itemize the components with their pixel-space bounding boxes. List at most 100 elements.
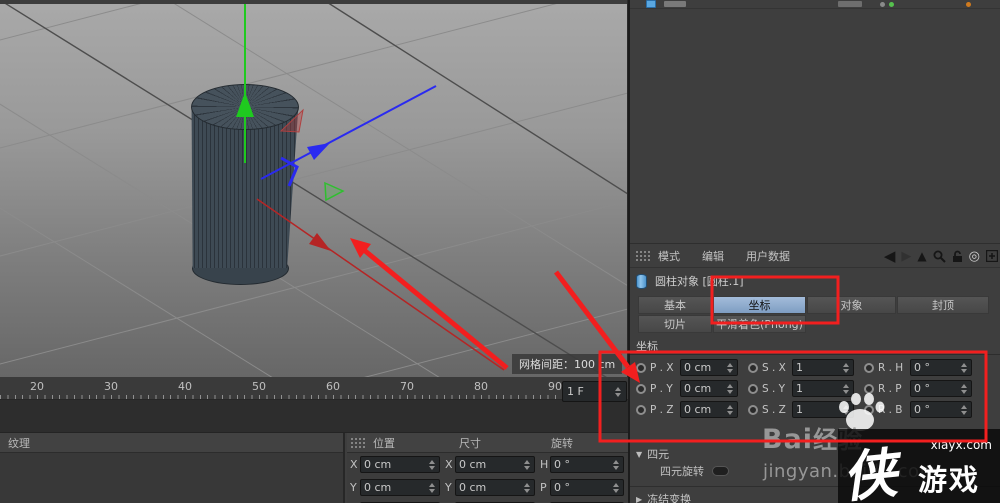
ruler-tick-label: 70 xyxy=(400,380,414,393)
animation-toolbar: 89 F ▶ 90 F ( ) xyxy=(0,400,628,433)
xia-character: 侠 xyxy=(839,440,900,503)
stepper[interactable] xyxy=(427,459,436,470)
object-title: 圆柱对象 [圆柱.1] xyxy=(655,275,744,288)
tab-slice[interactable]: 切片 xyxy=(638,315,712,333)
lock-icon[interactable] xyxy=(952,250,963,263)
x-plane-handle[interactable] xyxy=(279,108,304,133)
history-forward-icon[interactable]: ▶ xyxy=(901,250,911,263)
coords-row-z: Z 0 cm Z 0 cm B 0 ° xyxy=(347,499,628,503)
menu-userdata[interactable]: 用户数据 xyxy=(746,248,790,264)
pz-field[interactable]: 0 cm xyxy=(680,401,738,418)
tab-object[interactable]: 对象 xyxy=(807,296,896,314)
end-frame-stepper[interactable] xyxy=(613,386,622,397)
drag-grip-icon[interactable] xyxy=(351,437,365,448)
stepper[interactable] xyxy=(959,404,968,415)
3d-viewport[interactable]: 网格间距：100 cm xyxy=(0,0,628,377)
stepper[interactable] xyxy=(841,362,850,373)
layer-toggle-remnant[interactable] xyxy=(838,1,862,7)
expand-arrow-icon: ▶ xyxy=(636,494,643,503)
position-column-header: 位置 xyxy=(373,436,395,450)
keyframe-circle-icon[interactable] xyxy=(636,362,646,373)
stepper[interactable] xyxy=(611,482,620,493)
visibility-dot-icon[interactable] xyxy=(880,2,885,7)
object-manager-empty-area[interactable] xyxy=(630,9,1000,244)
rotation-column-header: 旋转 xyxy=(551,436,573,450)
stepper[interactable] xyxy=(959,362,968,373)
ruler-tick-label: 90 xyxy=(548,380,562,393)
tab-basic[interactable]: 基本 xyxy=(638,296,712,314)
texture-panel: 纹理 xyxy=(0,433,345,503)
coord-row-3: P . Z 0 cm S . Z 1 R . B 0 ° xyxy=(630,400,1000,419)
keyframe-circle-icon[interactable] xyxy=(748,404,758,415)
stepper[interactable] xyxy=(725,404,734,415)
cylinder-object-icon xyxy=(636,273,647,289)
keyframe-circle-icon[interactable] xyxy=(636,404,646,415)
menu-edit[interactable]: 编辑 xyxy=(702,248,724,264)
y-axis-arrow-icon[interactable] xyxy=(236,92,254,117)
field-value: 0 ° xyxy=(914,382,930,395)
coordinates-section-header[interactable]: 坐标 xyxy=(630,338,1000,355)
rb-field[interactable]: 0 ° xyxy=(910,401,972,418)
timeline-ruler[interactable]: 20 30 40 50 60 70 80 90 xyxy=(0,377,628,400)
z-axis-arrow-icon[interactable] xyxy=(307,143,330,160)
quaternion-section-title: 四元 xyxy=(647,448,670,461)
sx-field[interactable]: 1 xyxy=(792,359,854,376)
coord-label: S . Y xyxy=(762,382,786,395)
menu-mode[interactable]: 模式 xyxy=(658,248,680,264)
history-back-icon[interactable]: ◀ xyxy=(884,248,896,264)
tab-coordinates[interactable]: 坐标 xyxy=(713,296,806,314)
rotation-p-field[interactable]: 0 ° xyxy=(550,479,624,496)
position-y-field[interactable]: 0 cm xyxy=(360,479,440,496)
px-field[interactable]: 0 cm xyxy=(680,359,738,376)
tab-phong[interactable]: 平滑着色(Phong) xyxy=(713,315,806,333)
rp-field[interactable]: 0 ° xyxy=(910,380,972,397)
enabled-dot-icon[interactable] xyxy=(889,2,894,7)
up-one-level-icon[interactable]: ▲ xyxy=(917,250,926,262)
search-icon[interactable] xyxy=(933,250,946,263)
x-axis-line[interactable] xyxy=(256,198,505,371)
quaternion-toggle[interactable] xyxy=(712,466,729,476)
grid-spacing-label: 网格间距：100 cm xyxy=(512,354,623,374)
stepper[interactable] xyxy=(959,383,968,394)
position-x-field[interactable]: 0 cm xyxy=(360,456,440,473)
stepper[interactable] xyxy=(522,459,531,470)
stepper[interactable] xyxy=(427,482,436,493)
keyframe-circle-icon[interactable] xyxy=(864,362,874,373)
field-value: 1 xyxy=(796,403,803,416)
size-y-field[interactable]: 0 cm xyxy=(455,479,535,496)
axis-label: P xyxy=(540,481,547,494)
material-dot-icon[interactable] xyxy=(966,2,971,7)
field-value: 0 cm xyxy=(459,458,487,471)
cube-object-icon[interactable] xyxy=(646,0,656,8)
end-frame-value: 1 F xyxy=(567,385,584,398)
keyframe-circle-icon[interactable] xyxy=(748,383,758,394)
attribute-tabs: 基本 坐标 对象 封顶 切片 平滑着色(Phong) xyxy=(638,296,990,334)
field-value: 0 cm xyxy=(364,481,392,494)
field-value: 1 xyxy=(796,361,803,374)
axis-gizmo[interactable] xyxy=(0,0,628,377)
size-x-field[interactable]: 0 cm xyxy=(455,456,535,473)
z-axis-line[interactable] xyxy=(260,85,437,180)
drag-grip-icon[interactable] xyxy=(636,250,650,261)
axis-label: Y xyxy=(445,481,452,494)
stepper[interactable] xyxy=(725,383,734,394)
coord-label: P . Y xyxy=(650,382,673,395)
stepper[interactable] xyxy=(725,362,734,373)
keyframe-circle-icon[interactable] xyxy=(748,362,758,373)
new-panel-icon[interactable] xyxy=(986,250,998,262)
stepper[interactable] xyxy=(522,482,531,493)
freeze-section-title: 冻结变换 xyxy=(647,493,692,503)
tab-caps[interactable]: 封顶 xyxy=(897,296,989,314)
focus-target-icon[interactable]: ◎ xyxy=(969,250,980,263)
rh-field[interactable]: 0 ° xyxy=(910,359,972,376)
x-axis-arrow-icon[interactable] xyxy=(309,233,331,251)
coord-row-2: P . Y 0 cm S . Y 1 R . P 0 ° xyxy=(630,379,1000,398)
end-frame-field[interactable]: 1 F xyxy=(562,381,627,402)
stepper[interactable] xyxy=(611,459,620,470)
coords-row-x: X 0 cm X 0 cm H 0 ° xyxy=(347,453,628,476)
keyframe-circle-icon[interactable] xyxy=(636,383,646,394)
rotation-h-field[interactable]: 0 ° xyxy=(550,456,624,473)
py-field[interactable]: 0 cm xyxy=(680,380,738,397)
field-value: 0 ° xyxy=(914,403,930,416)
y-plane-handle[interactable] xyxy=(324,181,345,202)
